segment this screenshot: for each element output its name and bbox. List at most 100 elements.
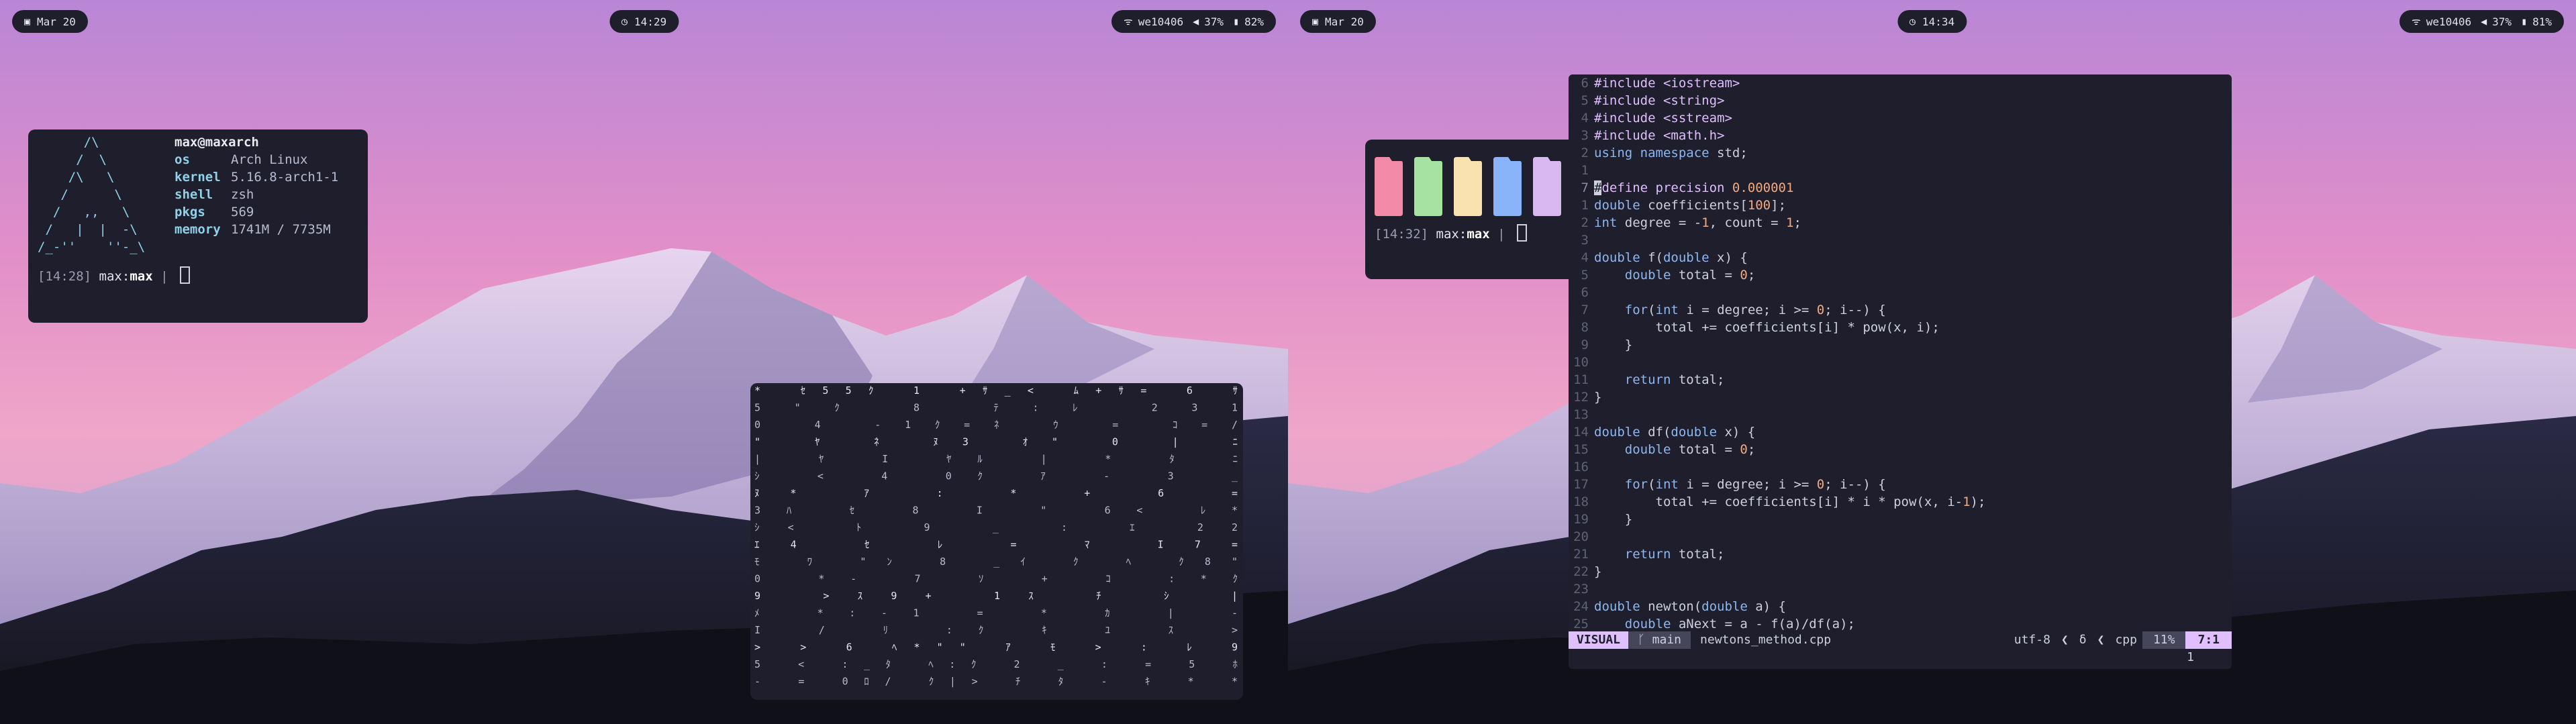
volume-level: 37%	[2492, 15, 2512, 28]
matrix-rain-row: > > 6 ﾍ*"" ｱ ﾓ > : ﾚ 9	[754, 641, 1238, 654]
shell-prompt[interactable]: [14:28] max:max |	[38, 266, 190, 285]
code-line[interactable]: 2 int degree = -1, count = 1;	[1569, 214, 2232, 231]
color-swatch-icon	[1414, 157, 1442, 216]
matrix-rain-row: ﾒ *:-1 = * ｶ | -	[754, 607, 1238, 619]
line-number: 9	[1581, 338, 1589, 352]
code-line[interactable]: 11 return total;	[1569, 371, 2232, 389]
code-line[interactable]: 2 using namespace std;	[1569, 144, 2232, 162]
fetch-value-pkgs: 569	[231, 205, 254, 219]
code-line[interactable]: 24 double newton(double a) {	[1569, 598, 2232, 615]
wifi-status[interactable]: ᯤ we10406	[1124, 15, 1183, 28]
code-line[interactable]: 19 }	[1569, 511, 2232, 528]
code-buffer[interactable]: 6 #include <iostream> 5 #include <string> 4 #…	[1569, 74, 2232, 633]
code-line[interactable]: 20	[1569, 528, 2232, 546]
matrix-rain-row: ｼ< ﾄ 9 _ : ｴ 22	[754, 521, 1238, 533]
code-line[interactable]: 10	[1569, 354, 2232, 371]
code-line[interactable]: 5 double total = 0;	[1569, 266, 2232, 284]
code-line[interactable]: 12}	[1569, 389, 2232, 406]
code-line[interactable]: 4 #include <sstream>	[1569, 109, 2232, 127]
cursor-position: 7:1	[2185, 631, 2232, 649]
line-number: 16	[1573, 460, 1589, 474]
code-line[interactable]: 13	[1569, 406, 2232, 423]
linux-icon: δ	[2079, 633, 2087, 647]
text-cursor	[1517, 224, 1527, 242]
command-line[interactable]: 1	[1569, 649, 2232, 666]
code-line[interactable]: 18 total += coefficients[i] * i * pow(x,…	[1569, 493, 2232, 511]
code-line[interactable]: 4 double f(double x) {	[1569, 249, 2232, 266]
code-line[interactable]: 9 }	[1569, 336, 2232, 354]
code-line[interactable]: 21 return total;	[1569, 546, 2232, 563]
wifi-status[interactable]: ᯤ we10406	[2412, 15, 2471, 28]
code-line[interactable]: 7 for(int i = degree; i >= 0; i--) {	[1569, 301, 2232, 319]
prompt-user: max	[99, 269, 122, 284]
battery-status[interactable]: ▮ 82%	[1233, 15, 1264, 28]
editor-statusline: VISUAL ᚴ main newtons_method.cpp utf-8 ❮…	[1569, 631, 2232, 649]
clock-widget[interactable]: ◷ 14:29	[609, 10, 679, 33]
matrix-rain-row: | ﾔ I ﾔﾙ | * ﾀ ﾆ	[754, 453, 1238, 465]
line-text: double coefficients[100];	[1594, 198, 1787, 213]
date-widget[interactable]: ▣ Mar 20	[12, 10, 88, 33]
line-number: 11	[1573, 372, 1589, 387]
system-status[interactable]: ᯤ we10406 ◀ 37% ▮ 82%	[1111, 10, 1276, 33]
line-number: 21	[1573, 547, 1589, 562]
code-line[interactable]: 25 double aNext = a - f(a)/df(a);	[1569, 615, 2232, 633]
code-line[interactable]: 1	[1569, 162, 2232, 179]
fetch-value-memory: 1741M / 7735M	[231, 222, 331, 237]
date-text: Mar 20	[37, 15, 76, 28]
code-line[interactable]: 3 #include <math.h>	[1569, 127, 2232, 144]
text-cursor	[180, 266, 190, 284]
clock-widget[interactable]: ◷ 14:34	[1897, 10, 1967, 33]
line-text: double df(double x) {	[1594, 425, 1756, 439]
battery-status[interactable]: ▮ 81%	[2521, 15, 2552, 28]
prompt-separator: |	[160, 269, 168, 284]
line-text: #include <iostream>	[1594, 76, 1740, 91]
volume-icon: ◀	[1193, 15, 1199, 28]
date-widget[interactable]: ▣ Mar 20	[1300, 10, 1376, 33]
code-line[interactable]: 16	[1569, 458, 2232, 476]
terminal-matrix-window[interactable]: * ｾ55ｸ 1 +ｻ_< ﾑ+ｻ= 6 ｻ 5"ｸ 8 ﾃ:ﾚ 231 0 4…	[750, 383, 1243, 700]
code-line[interactable]: 6	[1569, 284, 2232, 301]
line-text: double total = 0;	[1624, 442, 1756, 457]
line-number: 4	[1581, 111, 1589, 125]
code-line[interactable]: 5 #include <string>	[1569, 92, 2232, 109]
volume-status[interactable]: ◀ 37%	[1193, 15, 1224, 28]
code-line[interactable]: 8 total += coefficients[i] * pow(x, i);	[1569, 319, 2232, 336]
line-text: #define precision 0.000001	[1594, 180, 1794, 195]
line-number: 25	[1573, 617, 1589, 631]
line-number: 18	[1573, 495, 1589, 509]
code-line[interactable]: 22}	[1569, 563, 2232, 580]
line-text: }	[1594, 564, 1602, 579]
line-number: 6	[1581, 76, 1589, 91]
code-line[interactable]: 3	[1569, 231, 2232, 249]
color-swatch-icon	[1454, 157, 1482, 216]
line-number: 19	[1573, 512, 1589, 527]
shell-prompt[interactable]: [14:32] max:max |	[1375, 224, 1527, 243]
separator-icon: ❮	[2061, 633, 2069, 647]
code-line[interactable]: 15 double total = 0;	[1569, 441, 2232, 458]
terminal-fetch-window[interactable]: /\ / \ /\ \ / \ / ,, \ / | | -\ /_-'' ''…	[28, 130, 368, 323]
code-line[interactable]: 6 #include <iostream>	[1569, 74, 2232, 92]
branch-name: main	[1652, 633, 1682, 647]
line-number: 7	[1581, 303, 1589, 317]
line-text: total += coefficients[i] * i * pow(x, i-…	[1594, 495, 1986, 509]
code-line[interactable]: 14 double df(double x) {	[1569, 423, 2232, 441]
fetch-value-shell: zsh	[231, 187, 254, 202]
line-number: 5	[1581, 268, 1589, 282]
date-text: Mar 20	[1325, 15, 1364, 28]
clock-icon: ◷	[1909, 15, 1916, 28]
volume-status[interactable]: ◀ 37%	[2481, 15, 2512, 28]
line-number: 1	[1581, 198, 1589, 213]
line-number: 15	[1573, 442, 1589, 457]
separator-icon: ❮	[2097, 633, 2105, 647]
system-status[interactable]: ᯤ we10406 ◀ 37% ▮ 81%	[2399, 10, 2564, 33]
code-line[interactable]: 1 double coefficients[100];	[1569, 197, 2232, 214]
line-number: 7	[1581, 180, 1589, 195]
code-editor-window[interactable]: 6 #include <iostream> 5 #include <string> 4 #…	[1569, 74, 2232, 669]
code-line[interactable]: 23	[1569, 580, 2232, 598]
code-line[interactable]: 7 #define precision 0.000001	[1569, 179, 2232, 197]
prompt-time: [14:28]	[38, 269, 92, 284]
code-line[interactable]: 17 for(int i = degree; i >= 0; i--) {	[1569, 476, 2232, 493]
battery-level: 82%	[1244, 15, 1264, 28]
line-text: return total;	[1624, 547, 1725, 562]
line-number: 1	[1581, 163, 1589, 178]
